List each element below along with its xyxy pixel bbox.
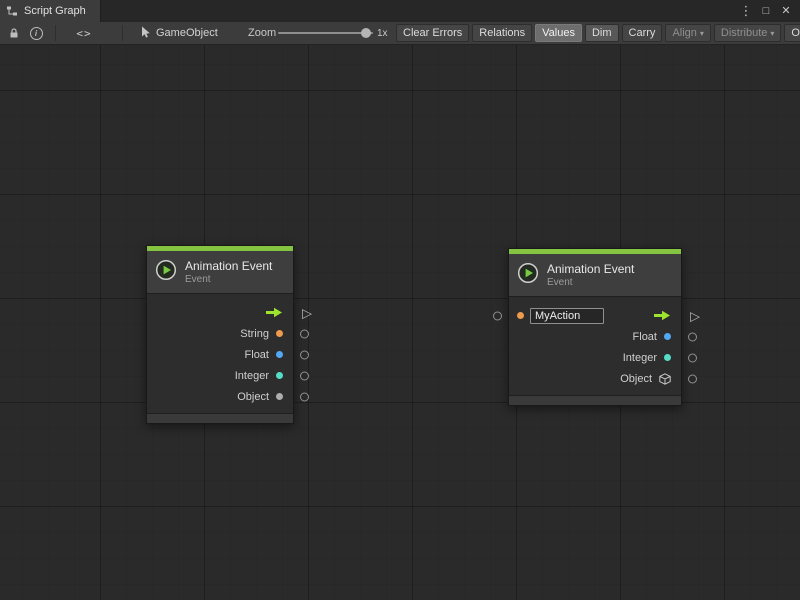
node-header[interactable]: Animation Event Event — [147, 251, 293, 293]
port-label: Object — [237, 391, 269, 403]
values-toggle-button[interactable]: Values — [535, 24, 582, 42]
clear-errors-button[interactable]: Clear Errors — [396, 24, 469, 42]
flow-output-port[interactable]: ▷ — [690, 309, 700, 322]
object-type-dot — [276, 393, 283, 400]
distribute-dropdown-button[interactable]: Distribute▾ — [714, 24, 781, 42]
zoom-slider[interactable] — [278, 22, 373, 44]
flow-arrow-icon — [653, 310, 671, 321]
toolbar-divider — [122, 25, 123, 41]
float-output-port[interactable] — [300, 350, 309, 359]
toolbar-buttons: Clear Errors Relations Values Dim Carry … — [396, 24, 800, 42]
object-output-port[interactable] — [688, 374, 697, 383]
flow-output-row: ▷ — [147, 302, 293, 323]
zoom-label: Zoom — [248, 22, 276, 44]
tab-script-graph[interactable]: Script Graph — [0, 0, 101, 22]
node-footer — [147, 413, 293, 423]
close-icon[interactable]: ✕ — [778, 0, 794, 22]
script-graph-icon — [6, 5, 18, 17]
output-row-object: Object — [147, 386, 293, 407]
graph-toolbar: i <> GameObject Zoom 1x Clear Errors Rel… — [0, 22, 800, 45]
maximize-icon[interactable]: □ — [758, 0, 774, 22]
tab-title: Script Graph — [24, 5, 86, 17]
port-label: Float — [245, 349, 269, 361]
code-icon[interactable]: <> — [74, 22, 94, 44]
port-label: Object — [620, 373, 652, 385]
carry-toggle-button[interactable]: Carry — [622, 24, 663, 42]
relations-button[interactable]: Relations — [472, 24, 532, 42]
lock-icon[interactable] — [6, 22, 22, 44]
node-body: ▷ String Float Integer — [147, 293, 293, 413]
node-subtitle: Event — [185, 274, 272, 286]
window-controls: ⋮ □ ✕ — [738, 0, 800, 22]
node-subtitle: Event — [547, 277, 634, 289]
output-row-string: String — [147, 323, 293, 344]
object-output-port[interactable] — [300, 392, 309, 401]
float-output-port[interactable] — [688, 332, 697, 341]
node-footer — [509, 395, 681, 405]
flow-output-port[interactable]: ▷ — [302, 306, 312, 319]
graph-canvas[interactable]: Animation Event Event ▷ String Floa — [0, 45, 800, 600]
action-name-input-port[interactable] — [493, 311, 502, 320]
object-cube-icon — [659, 373, 671, 385]
port-label: Integer — [235, 370, 269, 382]
titlebar: Script Graph ⋮ □ ✕ — [0, 0, 800, 22]
gameobject-label: GameObject — [156, 27, 218, 39]
event-play-icon — [517, 262, 539, 289]
string-type-dot — [517, 312, 524, 319]
overview-button[interactable]: Overview — [784, 24, 800, 42]
integer-output-port[interactable] — [300, 371, 309, 380]
output-row-object: Object — [509, 368, 681, 389]
node-animation-event-right[interactable]: Animation Event Event ▷ Fl — [508, 248, 682, 406]
unity-script-graph-window: Script Graph ⋮ □ ✕ i <> GameObject Zoom — [0, 0, 800, 600]
string-type-dot — [276, 330, 283, 337]
integer-type-dot — [276, 372, 283, 379]
chevron-down-icon: ▾ — [770, 29, 774, 38]
string-output-port[interactable] — [300, 329, 309, 338]
gameobject-reference[interactable]: GameObject — [140, 22, 218, 44]
node-title: Animation Event — [185, 259, 272, 273]
flow-arrow-icon — [265, 307, 283, 318]
zoom-slider-track[interactable] — [278, 32, 373, 34]
float-type-dot — [276, 351, 283, 358]
event-play-icon — [155, 259, 177, 286]
node-title: Animation Event — [547, 262, 634, 276]
port-label: Integer — [623, 352, 657, 364]
node-body: ▷ Float Integer Object — [509, 296, 681, 395]
integer-type-dot — [664, 354, 671, 361]
align-dropdown-button[interactable]: Align▾ — [665, 24, 710, 42]
float-type-dot — [664, 333, 671, 340]
node-animation-event-left[interactable]: Animation Event Event ▷ String Floa — [146, 245, 294, 424]
toolbar-divider — [55, 25, 56, 41]
output-row-integer: Integer — [509, 347, 681, 368]
dim-toggle-button[interactable]: Dim — [585, 24, 619, 42]
chevron-down-icon: ▾ — [700, 29, 704, 38]
port-label: String — [240, 328, 269, 340]
output-row-integer: Integer — [147, 365, 293, 386]
output-row-float: Float — [509, 326, 681, 347]
node-header[interactable]: Animation Event Event — [509, 254, 681, 296]
zoom-slider-knob[interactable] — [361, 28, 371, 38]
menu-icon[interactable]: ⋮ — [738, 0, 754, 22]
action-name-and-flow-row: ▷ — [509, 305, 681, 326]
gameobject-icon — [140, 26, 151, 41]
output-row-float: Float — [147, 344, 293, 365]
zoom-value: 1x — [377, 22, 388, 44]
port-label: Float — [633, 331, 657, 343]
integer-output-port[interactable] — [688, 353, 697, 362]
info-icon[interactable]: i — [28, 22, 44, 44]
action-name-input[interactable] — [530, 308, 604, 324]
